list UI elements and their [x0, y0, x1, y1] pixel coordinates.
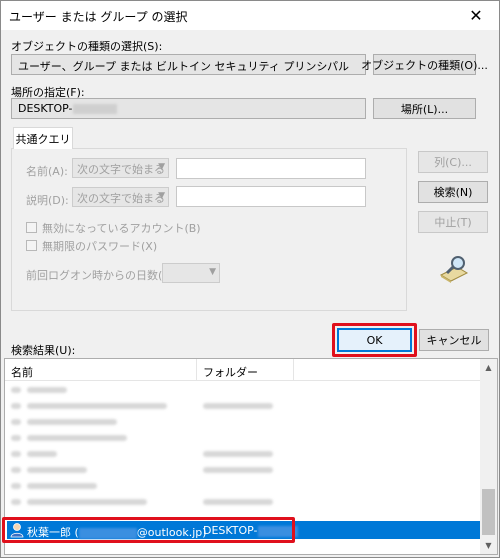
chevron-down-icon: ▼ [209, 267, 216, 277]
object-types-label: オブジェクトの種類の選択(S): [11, 40, 163, 53]
object-types-value: ユーザー、グループ または ビルトイン セキュリティ プリンシパル [11, 54, 366, 75]
location-button[interactable]: 場所(L)... [373, 98, 476, 119]
close-icon[interactable]: ✕ [453, 1, 499, 30]
list-item[interactable] [5, 414, 481, 430]
name-mode-select[interactable]: 次の文字で始まる ▼ [72, 158, 169, 178]
folder-redaction [257, 525, 298, 537]
select-users-groups-dialog: ユーザー または グループ の選択 ✕ オブジェクトの種類の選択(S): ユーザ… [0, 0, 500, 558]
column-header-name[interactable]: 名前 [11, 364, 33, 380]
ok-button[interactable]: OK [337, 328, 412, 352]
user-icon [10, 522, 24, 538]
disabled-accounts-label: 無効になっているアカウント(B) [42, 222, 201, 235]
description-input[interactable] [176, 186, 366, 207]
chevron-down-icon: ▼ [158, 191, 165, 201]
results-header: 名前 フォルダー [5, 359, 481, 381]
cancel-button[interactable]: キャンセル [419, 329, 489, 351]
common-query-panel: 名前(A): 次の文字で始まる ▼ 説明(D): 次の文字で始まる ▼ 無効にな… [11, 148, 407, 311]
location-text: DESKTOP- [18, 102, 73, 115]
list-item[interactable] [5, 494, 481, 510]
column-divider [293, 359, 294, 381]
scroll-thumb[interactable] [482, 489, 495, 535]
results-scrollbar[interactable]: ▲ ▼ [480, 359, 497, 554]
list-item[interactable] [5, 430, 481, 446]
list-item[interactable] [5, 398, 481, 414]
search-button[interactable]: 検索(N) [418, 181, 488, 203]
name-mode-value: 次の文字で始まる [77, 163, 165, 176]
selected-user-folder: DESKTOP- [203, 524, 298, 537]
scroll-up-icon[interactable]: ▲ [480, 359, 497, 376]
stop-button[interactable]: 中止(T) [418, 211, 488, 233]
list-item[interactable] [5, 382, 481, 398]
location-redaction [72, 104, 117, 114]
column-divider [196, 359, 197, 381]
no-expire-password-checkbox[interactable] [26, 240, 37, 251]
description-mode-select[interactable]: 次の文字で始まる ▼ [72, 187, 169, 207]
scroll-down-icon[interactable]: ▼ [480, 537, 497, 554]
object-types-button[interactable]: オブジェクトの種類(O)... [361, 54, 488, 75]
selected-user-row[interactable]: 秋葉一郎 (@outlook.jp) DESKTOP- [7, 521, 481, 539]
list-item[interactable] [5, 446, 481, 462]
disabled-accounts-checkbox[interactable] [26, 222, 37, 233]
title-bar: ユーザー または グループ の選択 ✕ [1, 1, 499, 30]
results-label: 検索結果(U): [11, 344, 76, 357]
window-title: ユーザー または グループ の選択 [9, 10, 188, 24]
list-item[interactable] [5, 478, 481, 494]
no-expire-password-label: 無期限のパスワード(X) [42, 240, 158, 253]
name-input[interactable] [176, 158, 366, 179]
description-label: 説明(D): [26, 194, 69, 207]
column-header-folder[interactable]: フォルダー [203, 364, 258, 380]
list-item[interactable] [5, 462, 481, 478]
location-value: DESKTOP- [11, 98, 366, 119]
days-since-logon-select[interactable]: ▼ [162, 263, 220, 283]
magnifier-icon [437, 253, 471, 283]
columns-button[interactable]: 列(C)... [418, 151, 488, 173]
days-since-logon-label: 前回ログオン時からの日数(I): [26, 269, 174, 282]
name-label: 名前(A): [26, 165, 68, 178]
email-redaction [78, 527, 137, 539]
tab-common-query[interactable]: 共通クエリ [13, 127, 73, 149]
results-list[interactable]: 名前 フォルダー 秋葉一郎 (@outlook.jp) DESKTOP- ▲ … [4, 358, 498, 555]
description-mode-value: 次の文字で始まる [77, 192, 165, 205]
chevron-down-icon: ▼ [158, 162, 165, 172]
selected-user-name: 秋葉一郎 (@outlook.jp) [27, 526, 207, 539]
